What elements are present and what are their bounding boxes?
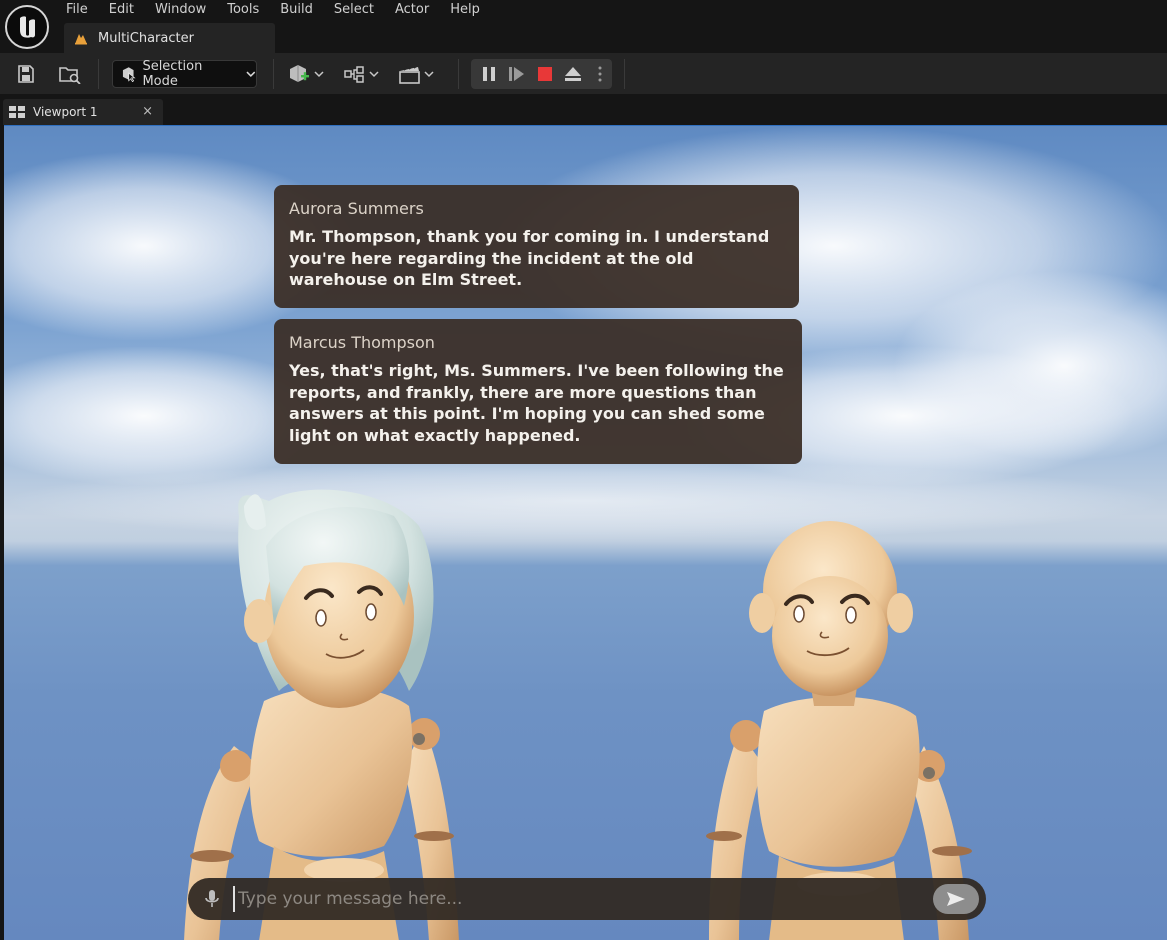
viewport-layout-icon [9, 106, 25, 118]
stop-icon[interactable] [536, 65, 554, 83]
menu-tools[interactable]: Tools [227, 1, 259, 18]
menu-help[interactable]: Help [450, 1, 480, 18]
tab-viewport-1[interactable]: Viewport 1 × [3, 99, 163, 125]
menu-edit[interactable]: Edit [109, 1, 134, 18]
save-icon[interactable] [14, 63, 38, 85]
microphone-icon[interactable] [204, 889, 220, 909]
pause-icon[interactable] [480, 65, 498, 83]
chat-bar [188, 878, 986, 920]
main-menu: File Edit Window Tools Build Select Acto… [66, 1, 501, 18]
toolbar-separator [458, 59, 459, 89]
dialogue-text: Yes, that's right, Ms. Summers. I've bee… [289, 361, 784, 445]
main-toolbar: Selection Mode [0, 53, 1167, 94]
project-tab[interactable]: MultiCharacter [64, 23, 275, 53]
tab-viewport-label: Viewport 1 [33, 105, 98, 119]
menu-select[interactable]: Select [334, 1, 374, 18]
eject-icon[interactable] [563, 65, 583, 83]
level-viewport[interactable]: Aurora Summers Mr. Thompson, thank you f… [4, 125, 1167, 940]
character-aurora [184, 489, 459, 940]
selection-mode-icon [122, 67, 136, 82]
chevron-down-icon [246, 71, 256, 78]
toolbar-separator [98, 59, 99, 89]
menu-window[interactable]: Window [155, 1, 206, 18]
play-controls [471, 59, 612, 89]
selection-mode-label: Selection Mode [142, 59, 203, 89]
add-actor-button[interactable] [287, 62, 325, 86]
toolbar-separator [273, 59, 274, 89]
content-browser-icon[interactable] [57, 63, 83, 85]
dialogue-bubble: Aurora Summers Mr. Thompson, thank you f… [274, 185, 799, 308]
project-tab-label: MultiCharacter [98, 30, 194, 46]
blueprints-button[interactable] [343, 62, 381, 86]
level-icon [75, 34, 87, 45]
more-options-icon[interactable] [593, 65, 607, 83]
send-button[interactable] [933, 884, 979, 914]
cinematics-button[interactable] [398, 62, 436, 86]
speaker-name: Marcus Thompson [289, 333, 435, 352]
frame-skip-icon[interactable] [507, 65, 527, 83]
menu-file[interactable]: File [66, 1, 88, 18]
dialogue-text: Mr. Thompson, thank you for coming in. I… [289, 227, 770, 289]
menu-bar: File Edit Window Tools Build Select Acto… [0, 0, 1167, 53]
send-icon [947, 892, 965, 906]
speaker-name: Aurora Summers [289, 199, 424, 218]
selection-mode-dropdown[interactable]: Selection Mode [112, 59, 257, 89]
message-input[interactable] [233, 886, 923, 912]
toolbar-separator [624, 59, 625, 89]
viewport-tabstrip: Viewport 1 × [0, 94, 1167, 125]
menu-actor[interactable]: Actor [395, 1, 429, 18]
menu-build[interactable]: Build [280, 1, 313, 18]
unreal-logo-icon[interactable] [5, 5, 49, 49]
horizon-haze [4, 461, 1164, 541]
dialogue-bubble: Marcus Thompson Yes, that's right, Ms. S… [274, 319, 802, 464]
close-icon[interactable]: × [142, 104, 153, 119]
